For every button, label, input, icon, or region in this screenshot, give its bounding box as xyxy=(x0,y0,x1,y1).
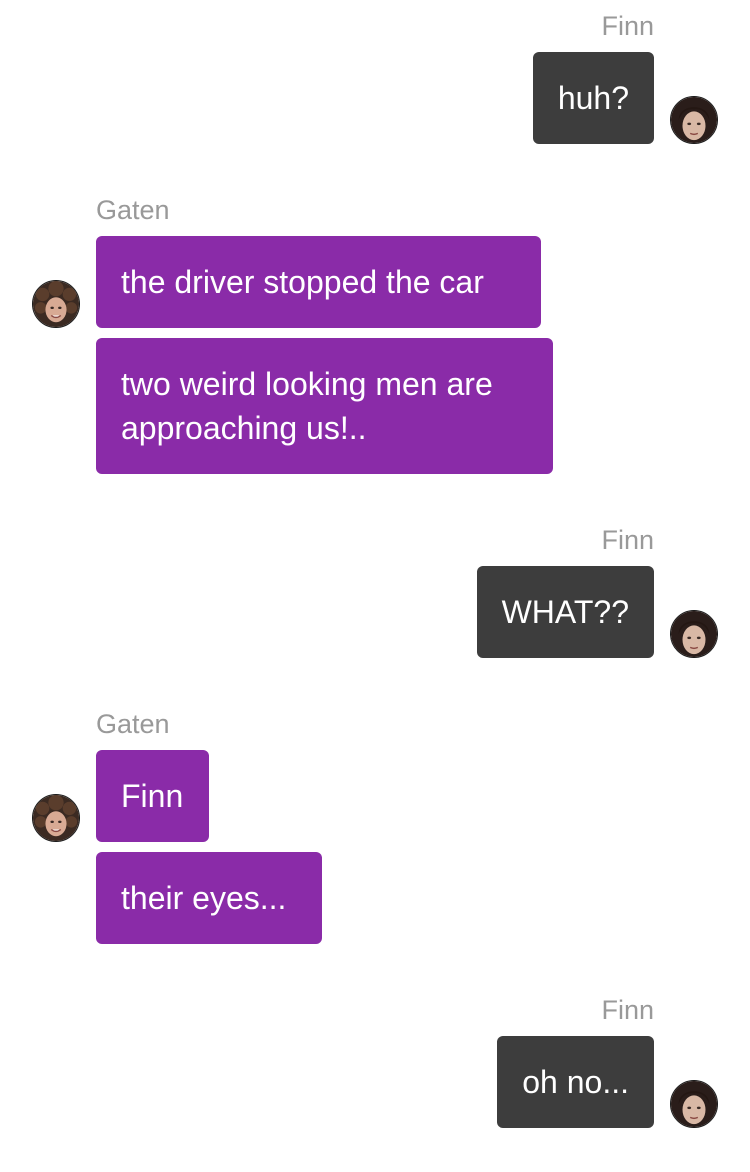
message-bubble-outgoing[interactable]: WHAT?? xyxy=(476,566,654,658)
gaten-avatar-icon[interactable] xyxy=(32,280,80,328)
sender-name-finn: Finn xyxy=(601,525,654,555)
message-bubble-incoming[interactable]: Finn xyxy=(96,750,209,842)
message-bubble-incoming[interactable]: the driver stopped the car xyxy=(96,236,541,328)
sender-name-gaten: Gaten xyxy=(96,195,170,225)
finn-avatar-icon[interactable] xyxy=(670,610,718,658)
sender-name-gaten: Gaten xyxy=(96,709,170,739)
message-bubble-outgoing[interactable]: oh no... xyxy=(497,1036,654,1128)
sender-name-finn: Finn xyxy=(601,11,654,41)
finn-avatar-icon[interactable] xyxy=(670,1080,718,1128)
finn-avatar-icon[interactable] xyxy=(670,96,718,144)
gaten-avatar-icon[interactable] xyxy=(32,794,80,842)
message-bubble-incoming[interactable]: their eyes... xyxy=(96,852,322,944)
message-bubble-incoming[interactable]: two weird looking men are approaching us… xyxy=(96,338,553,474)
message-bubble-outgoing[interactable]: huh? xyxy=(532,52,654,144)
sender-name-finn: Finn xyxy=(601,995,654,1025)
